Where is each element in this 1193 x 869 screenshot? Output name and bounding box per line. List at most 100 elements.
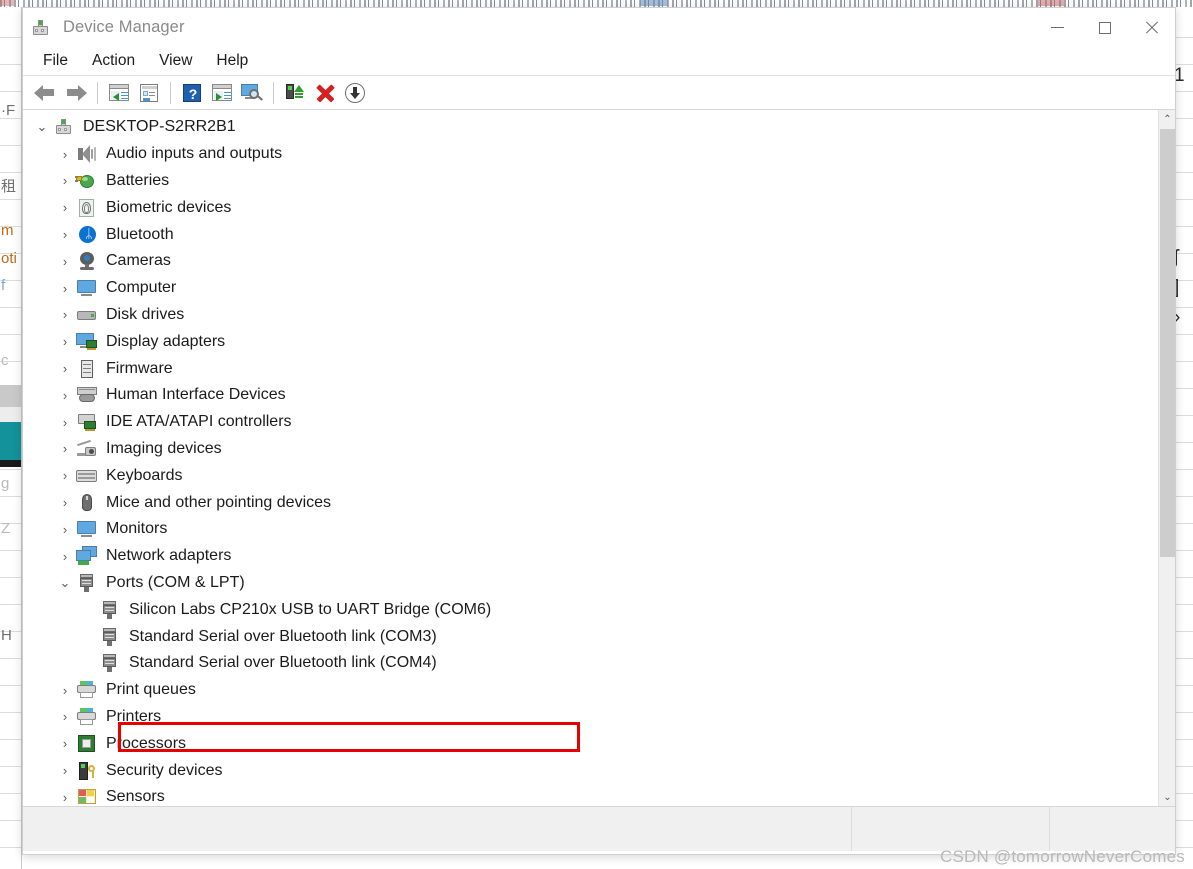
bg-row-line — [0, 307, 21, 308]
chevron-right-icon[interactable]: › — [54, 415, 76, 430]
chevron-right-icon[interactable]: › — [54, 388, 76, 403]
chevron-right-icon[interactable]: › — [54, 763, 76, 778]
tree-item-label: Computer — [106, 279, 177, 297]
tree-item-keyboards[interactable]: › Keyboards — [23, 462, 1150, 489]
bg-text-fragment: ·F — [1, 102, 16, 119]
tree-item-desktop-s2rr2b1[interactable]: ⌄ DESKTOP-S2RR2B1 — [23, 114, 1150, 141]
tree-item-firmware[interactable]: › Firmware — [23, 355, 1150, 382]
tree-item-label: Silicon Labs CP210x USB to UART Bridge (… — [129, 600, 492, 618]
tree-item-bluetooth[interactable]: › ᛦ Bluetooth — [23, 221, 1150, 248]
tree-item-human-interface-devices[interactable]: › Human Interface Devices — [23, 382, 1150, 409]
chevron-right-icon[interactable]: › — [54, 441, 76, 456]
scroll-up-button[interactable]: ⌃ — [1159, 110, 1175, 129]
properties-button[interactable] — [134, 79, 164, 107]
tree-item-label: Disk drives — [106, 305, 185, 323]
security-device-icon — [76, 761, 98, 781]
tree-item-network-adapters[interactable]: › Network adapters — [23, 543, 1150, 570]
menu-item-file[interactable]: File — [31, 49, 80, 73]
tree-item-imaging-devices[interactable]: › Imaging devices — [23, 436, 1150, 463]
scrollbar-thumb[interactable] — [1160, 129, 1175, 558]
forward-arrow-icon — [64, 82, 88, 104]
uninstall-device-button[interactable] — [310, 79, 340, 107]
tree-item-ide-ata-atapi-controllers[interactable]: › IDE ATA/ATAPI controllers — [23, 409, 1150, 436]
bg-row-line — [1176, 469, 1193, 470]
bg-row-line — [1176, 172, 1193, 173]
show-hide-console-tree-button[interactable] — [104, 79, 134, 107]
tree-item-ports-com-lpt[interactable]: ⌄ Ports (COM & LPT) — [23, 570, 1150, 597]
tree-item-standard-serial-over-bluetooth-link-com3[interactable]: Standard Serial over Bluetooth link (COM… — [23, 623, 1150, 650]
device-manager-icon — [31, 18, 51, 38]
tree-item-label: Audio inputs and outputs — [106, 145, 283, 163]
tree-item-processors[interactable]: › Processors — [23, 730, 1150, 757]
scan-for-hardware-changes-button[interactable] — [237, 79, 267, 107]
minimize-button[interactable] — [1034, 8, 1081, 47]
chevron-right-icon[interactable]: › — [54, 522, 76, 537]
chevron-right-icon[interactable]: › — [54, 307, 76, 322]
bg-text-fragment: ʃ — [1176, 247, 1179, 268]
tree-item-cameras[interactable]: › Cameras — [23, 248, 1150, 275]
title-bar[interactable]: Device Manager — [23, 8, 1175, 47]
menu-item-view[interactable]: View — [147, 49, 204, 73]
forward-button[interactable] — [61, 79, 91, 107]
tree-item-disk-drives[interactable]: › Disk drives — [23, 302, 1150, 329]
back-button[interactable] — [31, 79, 61, 107]
tree-item-security-devices[interactable]: › Security devices — [23, 757, 1150, 784]
close-button[interactable] — [1128, 8, 1175, 47]
console-tree-icon — [107, 82, 131, 104]
chevron-right-icon[interactable]: › — [54, 281, 76, 296]
tree-item-printers[interactable]: › Printers — [23, 704, 1150, 731]
tree-item-mice-and-other-pointing-devices[interactable]: › Mice and other pointing devices — [23, 489, 1150, 516]
chevron-right-icon[interactable]: › — [54, 549, 76, 564]
disable-device-button[interactable] — [340, 79, 370, 107]
bg-text-fragment: H — [1, 627, 12, 644]
bg-row-line — [1176, 766, 1193, 767]
tree-item-silicon-labs-cp210x-usb-to-uart-bridge-com6[interactable]: Silicon Labs CP210x USB to UART Bridge (… — [23, 596, 1150, 623]
printer-icon — [76, 707, 98, 727]
tree-item-audio-inputs-and-outputs[interactable]: › Audio inputs and outputs — [23, 141, 1150, 168]
tree-item-display-adapters[interactable]: › Display adapters — [23, 328, 1150, 355]
bg-row-line — [1176, 523, 1193, 524]
chevron-right-icon[interactable]: › — [54, 173, 76, 188]
bg-row-line — [0, 37, 21, 38]
printer-icon — [76, 680, 98, 700]
maximize-button[interactable] — [1081, 8, 1128, 47]
chevron-down-icon[interactable]: ⌄ — [54, 575, 76, 591]
tree-item-computer[interactable]: › Computer — [23, 275, 1150, 302]
chevron-right-icon[interactable]: › — [54, 790, 76, 805]
scroll-down-button[interactable]: ⌄ — [1159, 788, 1175, 806]
chevron-right-icon[interactable]: › — [54, 200, 76, 215]
bg-row-line — [0, 820, 21, 821]
menu-item-help[interactable]: Help — [204, 49, 260, 73]
chevron-right-icon[interactable]: › — [54, 683, 76, 698]
tree-item-standard-serial-over-bluetooth-link-com4[interactable]: Standard Serial over Bluetooth link (COM… — [23, 650, 1150, 677]
bg-row-line — [0, 766, 21, 767]
menu-item-action[interactable]: Action — [80, 49, 147, 73]
chevron-right-icon[interactable]: › — [54, 334, 76, 349]
action-pane-button[interactable] — [207, 79, 237, 107]
vertical-scrollbar[interactable]: ⌃ ⌄ — [1158, 110, 1175, 806]
monitor-icon — [76, 278, 98, 298]
chevron-down-icon[interactable]: ⌄ — [31, 119, 53, 135]
tree-item-print-queues[interactable]: › Print queues — [23, 677, 1150, 704]
device-tree[interactable]: ⌄ DESKTOP-S2RR2B1 › Audio inputs and output… — [23, 110, 1150, 806]
bg-row-line — [1176, 226, 1193, 227]
help-button[interactable]: ? — [177, 79, 207, 107]
chevron-right-icon[interactable]: › — [54, 254, 76, 269]
scan-hardware-icon — [240, 82, 264, 104]
tree-item-sensors[interactable]: › Sensors — [23, 784, 1150, 806]
window-title: Device Manager — [63, 18, 185, 36]
update-device-driver-button[interactable] — [280, 79, 310, 107]
tree-item-biometric-devices[interactable]: › Biometric devices — [23, 194, 1150, 221]
chevron-right-icon[interactable]: › — [54, 147, 76, 162]
bg-row-line — [0, 739, 21, 740]
bg-row-line — [1176, 496, 1193, 497]
tree-item-monitors[interactable]: › Monitors — [23, 516, 1150, 543]
tree-item-batteries[interactable]: › Batteries — [23, 168, 1150, 195]
chevron-right-icon[interactable]: › — [54, 227, 76, 242]
chevron-right-icon[interactable]: › — [54, 736, 76, 751]
window-controls — [1034, 8, 1175, 47]
chevron-right-icon[interactable]: › — [54, 468, 76, 483]
chevron-right-icon[interactable]: › — [54, 495, 76, 510]
chevron-right-icon[interactable]: › — [54, 361, 76, 376]
chevron-right-icon[interactable]: › — [54, 709, 76, 724]
